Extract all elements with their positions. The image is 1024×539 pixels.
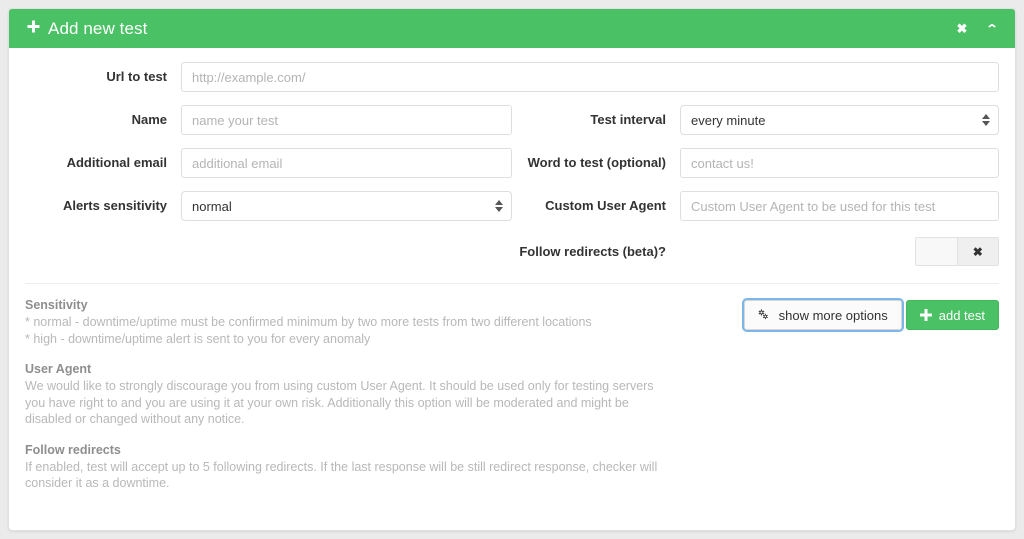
panel-header: Add new test ✖ ⌃ <box>9 9 1015 48</box>
col-word-to-test: Word to test (optional) <box>512 148 999 178</box>
word-to-test-field-wrap <box>680 148 999 178</box>
alerts-sensitivity-label: Alerts sensitivity <box>62 198 167 214</box>
row-url: Url to test <box>25 62 999 92</box>
test-interval-select[interactable]: every minute <box>680 105 999 135</box>
cogs-icon <box>758 308 772 322</box>
row-email-word: Additional email Word to test (optional) <box>25 148 999 178</box>
row-follow-redirects: Follow redirects (beta)? ✖ <box>25 237 999 266</box>
name-field-wrap <box>181 105 512 135</box>
help-user-agent: User Agent We would like to strongly dis… <box>25 362 724 428</box>
header-actions: ✖ ⌃ <box>955 22 999 35</box>
name-label: Name <box>131 112 167 128</box>
additional-email-label: Additional email <box>66 155 167 171</box>
show-more-options-button[interactable]: show more options <box>741 298 904 332</box>
url-label: Url to test <box>106 69 167 85</box>
help-user-agent-body: We would like to strongly discourage you… <box>25 379 654 426</box>
help-text: Sensitivity * normal - downtime/uptime m… <box>25 298 744 507</box>
word-to-test-input[interactable] <box>680 148 999 178</box>
col-additional-email: Additional email <box>25 148 512 178</box>
close-icon[interactable]: ✖ <box>955 22 969 35</box>
word-to-test-label: Word to test (optional) <box>527 155 666 171</box>
help-user-agent-title: User Agent <box>25 362 92 376</box>
test-interval-field-wrap: every minute <box>680 105 999 135</box>
footer-buttons: show more options add test <box>741 298 999 507</box>
additional-email-field-wrap <box>181 148 512 178</box>
custom-user-agent-input[interactable] <box>680 191 999 221</box>
add-new-test-panel: Add new test ✖ ⌃ Url to test Name Test i… <box>8 8 1016 531</box>
page-title: Add new test <box>27 19 147 39</box>
test-form: Url to test Name Test interval every min… <box>9 48 1015 266</box>
col-test-interval: Test interval every minute <box>512 105 999 135</box>
plus-icon <box>919 309 932 321</box>
add-test-button[interactable]: add test <box>905 300 999 330</box>
help-sensitivity: Sensitivity * normal - downtime/uptime m… <box>25 298 724 347</box>
help-follow-redirects-title: Follow redirects <box>25 442 121 457</box>
alerts-sensitivity-select[interactable]: normal <box>181 191 512 221</box>
additional-email-input[interactable] <box>181 148 512 178</box>
help-sensitivity-title: Sensitivity <box>25 298 88 312</box>
name-input[interactable] <box>181 105 512 135</box>
alerts-sensitivity-value: normal <box>192 198 232 214</box>
help-sensitivity-line-1: * normal - downtime/uptime must be confi… <box>25 315 592 329</box>
help-follow-redirects-body: If enabled, test will accept up to 5 fol… <box>25 459 658 491</box>
help-follow-redirects: Follow redirects If enabled, test will a… <box>25 443 724 492</box>
chevron-up-icon[interactable]: ⌃ <box>983 23 1002 35</box>
custom-user-agent-label: Custom User Agent <box>545 198 666 214</box>
show-more-options-label: show more options <box>778 307 888 323</box>
follow-redirects-field-wrap: ✖ <box>680 237 999 266</box>
col-custom-user-agent: Custom User Agent <box>512 191 999 221</box>
col-name: Name <box>25 105 512 135</box>
panel-footer: Sensitivity * normal - downtime/uptime m… <box>9 284 1015 507</box>
test-interval-label: Test interval <box>590 112 666 128</box>
plus-icon <box>27 20 40 37</box>
custom-user-agent-field-wrap <box>680 191 999 221</box>
col-alerts-sensitivity: Alerts sensitivity normal <box>25 191 512 221</box>
url-input[interactable] <box>181 62 999 92</box>
url-field-wrap <box>181 62 999 92</box>
row-name-interval: Name Test interval every minute <box>25 105 999 135</box>
help-sensitivity-line-2: * high - downtime/uptime alert is sent t… <box>25 331 371 346</box>
row-sensitivity-useragent: Alerts sensitivity normal Custom User Ag… <box>25 191 999 221</box>
toggle-off-half[interactable]: ✖ <box>956 238 998 265</box>
follow-redirects-label: Follow redirects (beta)? <box>519 243 666 259</box>
alerts-sensitivity-field-wrap: normal <box>181 191 512 221</box>
test-interval-value: every minute <box>691 112 766 128</box>
panel-title-text: Add new test <box>48 18 148 38</box>
toggle-on-half[interactable] <box>916 238 957 265</box>
col-follow-redirects: Follow redirects (beta)? ✖ <box>512 237 999 266</box>
add-test-label: add test <box>938 307 985 323</box>
follow-redirects-toggle[interactable]: ✖ <box>915 237 999 266</box>
